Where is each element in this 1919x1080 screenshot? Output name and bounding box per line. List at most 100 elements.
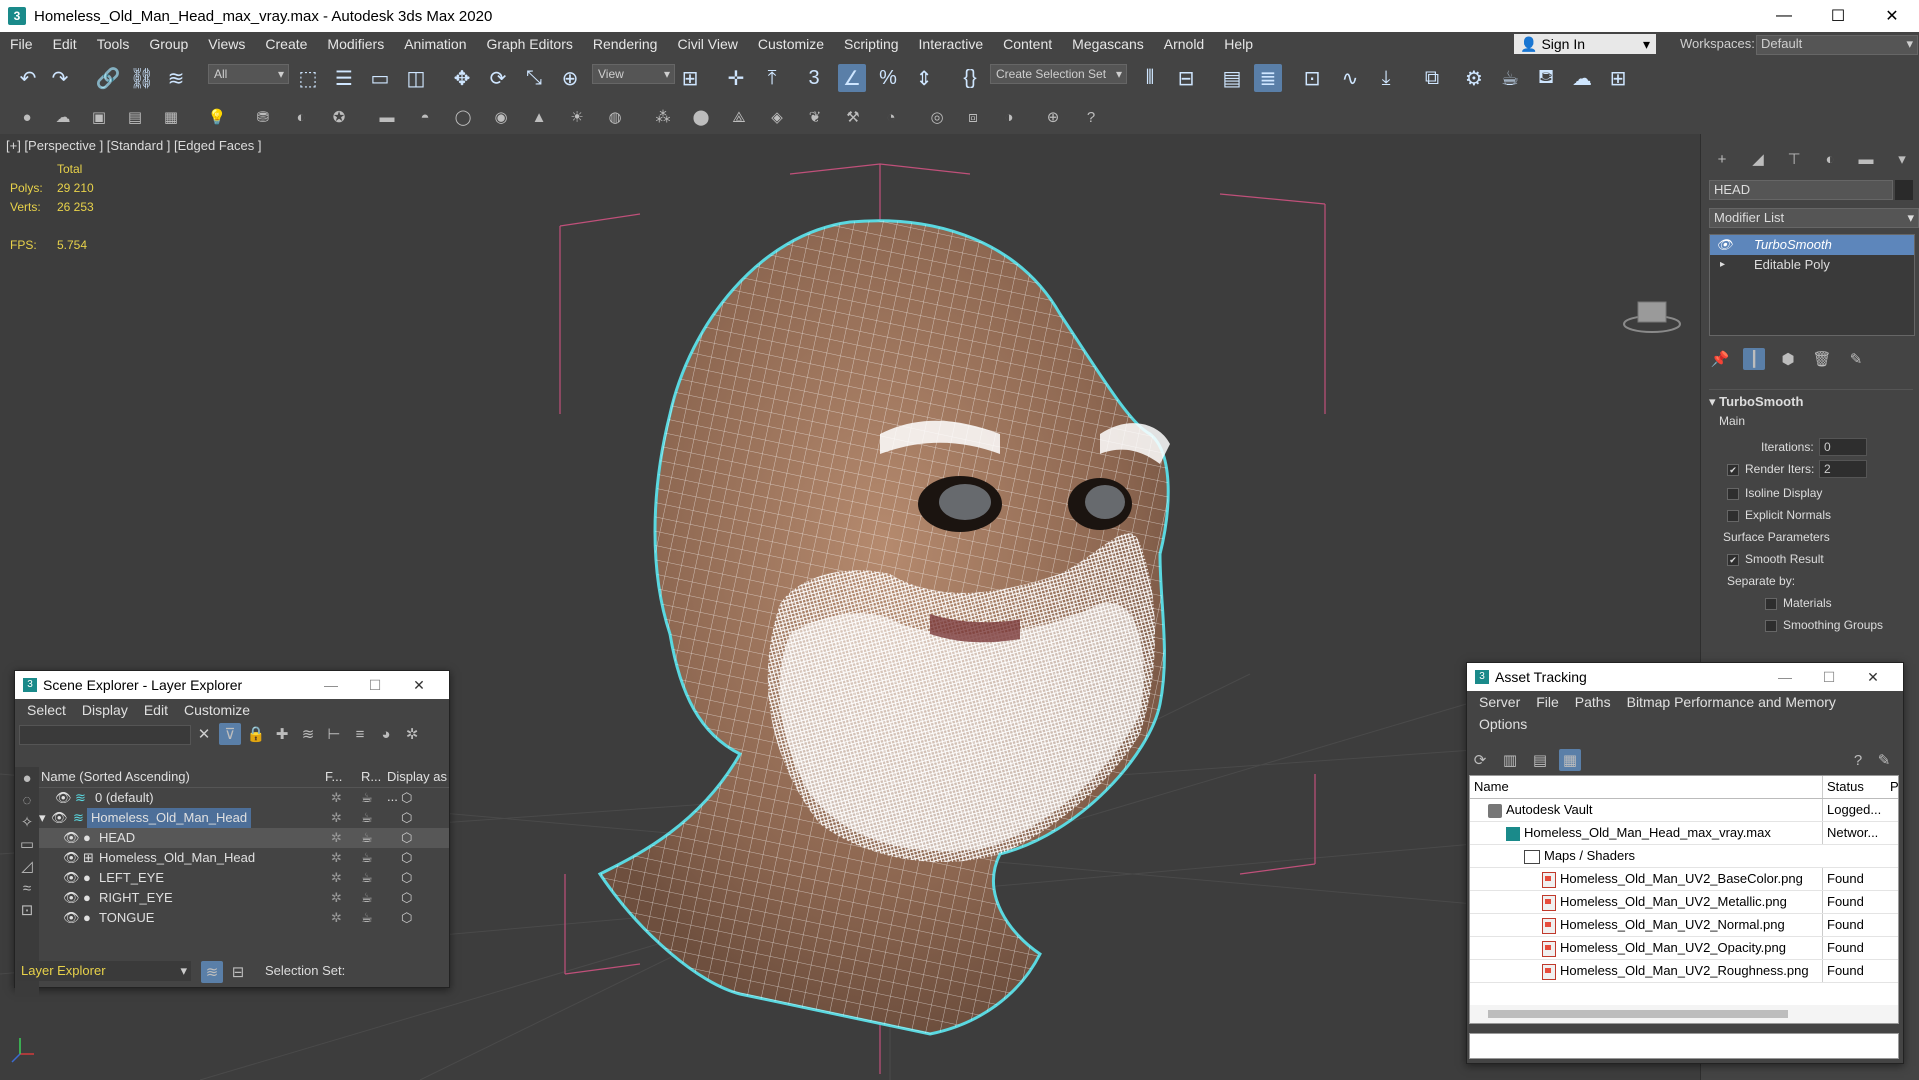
menu-modifiers[interactable]: Modifiers: [317, 36, 394, 52]
find-icon[interactable]: ◕: [375, 723, 397, 745]
make-unique-icon[interactable]: ⬢: [1777, 348, 1799, 370]
sphere-light-icon[interactable]: ◐: [290, 106, 312, 128]
eye-icon[interactable]: 👁: [55, 788, 72, 808]
col-status-header[interactable]: Status: [1822, 776, 1893, 798]
display-tab-icon[interactable]: ▬: [1855, 148, 1877, 170]
render-icon[interactable]: ☕: [361, 908, 373, 928]
scene-explorer-titlebar[interactable]: 3 Scene Explorer - Layer Explorer — ☐ ✕: [15, 671, 449, 699]
menu-help[interactable]: Help: [1214, 36, 1263, 52]
scale-icon[interactable]: ⤡: [520, 64, 548, 92]
ref-coord-dropdown[interactable]: View ▾: [592, 64, 675, 84]
render-setup-icon[interactable]: ☕: [1496, 64, 1524, 92]
close-button[interactable]: ✕: [1851, 663, 1895, 691]
modify-tab-icon[interactable]: ◢: [1747, 148, 1769, 170]
list-view-icon[interactable]: ▥: [1499, 749, 1521, 771]
table-row[interactable]: Maps / Shaders: [1470, 845, 1898, 868]
list-item[interactable]: 👁 ● TONGUE ✲ ☕ ⬡: [39, 908, 449, 928]
minimize-button[interactable]: —: [1763, 663, 1807, 691]
display-box-icon[interactable]: ⬡: [401, 828, 412, 848]
selection-set-icon[interactable]: ⊟: [227, 961, 249, 983]
menu-select[interactable]: Select: [19, 702, 74, 718]
add-layer-icon[interactable]: ✚: [271, 723, 293, 745]
collapse-arrow-icon[interactable]: ▾: [39, 808, 46, 828]
menu-scripting[interactable]: Scripting: [834, 36, 908, 52]
table-row[interactable]: Homeless_Old_Man_UV2_Normal.png Found: [1470, 914, 1898, 937]
place-icon[interactable]: ⊕: [556, 64, 584, 92]
stack-item-editable-poly[interactable]: ▸ Editable Poly: [1710, 255, 1914, 275]
helper-filter-icon[interactable]: ◿: [16, 855, 38, 877]
move-icon[interactable]: ✥: [448, 64, 476, 92]
menu-paths[interactable]: Paths: [1567, 694, 1619, 710]
display-box-icon[interactable]: ⬡: [401, 808, 412, 828]
pin-stack-icon[interactable]: 📌: [1709, 348, 1731, 370]
trash-icon[interactable]: 🗑: [1811, 348, 1833, 370]
fur-icon[interactable]: ⁂: [652, 106, 674, 128]
hierarchy-tab-icon[interactable]: ⊤: [1783, 148, 1805, 170]
curve-editor-icon[interactable]: ∿: [1336, 64, 1364, 92]
asset-tracking-titlebar[interactable]: 3 Asset Tracking — ☐ ✕: [1467, 663, 1903, 691]
ambient-light-icon[interactable]: ◍: [604, 106, 626, 128]
clear-search-icon[interactable]: ✕: [193, 723, 215, 745]
freeze-icon[interactable]: ✲: [331, 908, 342, 928]
modifier-list-dropdown[interactable]: Modifier List ▾: [1709, 208, 1919, 228]
edit-named-selection-icon[interactable]: {}: [956, 64, 984, 92]
display-box-icon[interactable]: ⬡: [401, 888, 412, 908]
cloud-icon[interactable]: ☁: [52, 106, 74, 128]
menu-server[interactable]: Server: [1471, 694, 1528, 710]
menu-edit[interactable]: Edit: [136, 702, 176, 718]
freeze-icon[interactable]: ✲: [331, 808, 342, 828]
col-name-header[interactable]: Name (Sorted Ascending): [41, 767, 190, 787]
vray-icon[interactable]: ✪: [328, 106, 350, 128]
camera-filter-icon[interactable]: ▭: [16, 833, 38, 855]
lock-icon[interactable]: 🔒: [245, 723, 267, 745]
swatch-icon[interactable]: ◔: [880, 106, 902, 128]
filter-icon[interactable]: ⊽: [219, 723, 241, 745]
sign-in-dropdown[interactable]: 👤 Sign In ▾: [1514, 34, 1656, 54]
display-box-icon[interactable]: ⬡: [401, 868, 412, 888]
materials-checkbox[interactable]: [1765, 597, 1777, 610]
display-box-icon[interactable]: ⬡: [401, 848, 412, 868]
menu-customize[interactable]: Customize: [748, 36, 834, 52]
rect-region-icon[interactable]: ▭: [366, 64, 394, 92]
rollout-title[interactable]: ▾ TurboSmooth: [1709, 389, 1913, 414]
ribbon-icon[interactable]: ⊡: [1298, 64, 1326, 92]
menu-content[interactable]: Content: [993, 36, 1062, 52]
render-production-icon[interactable]: ☁: [1568, 64, 1596, 92]
undo-icon[interactable]: ↶: [14, 64, 42, 92]
close-button[interactable]: ✕: [1865, 0, 1919, 32]
hierarchy-icon[interactable]: ⊢: [323, 723, 345, 745]
render-icon[interactable]: ☕: [361, 828, 373, 848]
expand-arrow-icon[interactable]: ▸: [1720, 255, 1725, 275]
menu-interactive[interactable]: Interactive: [909, 36, 994, 52]
mirror-icon[interactable]: ⫴: [1136, 64, 1164, 92]
displacement-icon[interactable]: ◈: [766, 106, 788, 128]
workspace-select[interactable]: Default ▾: [1756, 35, 1918, 55]
leaf-icon[interactable]: ❦: [804, 106, 826, 128]
menu-file[interactable]: File: [0, 36, 43, 52]
light-filter-icon[interactable]: ✲: [401, 723, 423, 745]
iterations-spinner[interactable]: 0: [1819, 438, 1867, 456]
select-manipulate-icon[interactable]: ✛: [722, 64, 750, 92]
snaps-toggle-icon[interactable]: 3: [800, 64, 828, 92]
eye-icon[interactable]: 👁: [63, 868, 80, 888]
col-name-header[interactable]: Name: [1474, 776, 1509, 798]
grid-view-icon[interactable]: ▦: [1559, 749, 1581, 771]
group-filter-icon[interactable]: ⊡: [16, 899, 38, 921]
scene-explorer-icon[interactable]: ▤: [1218, 64, 1246, 92]
layers-icon[interactable]: ≋: [297, 723, 319, 745]
stack-item-turbosmooth[interactable]: 👁 TurboSmooth: [1710, 235, 1914, 255]
menu-graph-editors[interactable]: Graph Editors: [476, 36, 582, 52]
menu-tools[interactable]: Tools: [87, 36, 140, 52]
rendered-frame-window-icon[interactable]: ⛾: [1532, 64, 1560, 92]
pivot-center-icon[interactable]: ⊞: [676, 64, 704, 92]
dope-sheet-icon[interactable]: ⤓: [1372, 64, 1400, 92]
utilities-tab-icon[interactable]: ▾: [1891, 148, 1913, 170]
eye-icon[interactable]: 👁: [1716, 235, 1733, 255]
eye-icon[interactable]: 👁: [63, 848, 80, 868]
spinner-snap-icon[interactable]: ⇕: [910, 64, 938, 92]
smoothing-groups-checkbox[interactable]: [1765, 619, 1777, 632]
wrench-icon[interactable]: ⚒: [842, 106, 864, 128]
list-item[interactable]: 👁 ● HEAD ✲ ☕ ⬡: [39, 828, 449, 848]
refresh-icon[interactable]: ⟳: [1469, 749, 1491, 771]
select-by-name-icon[interactable]: ☰: [330, 64, 358, 92]
